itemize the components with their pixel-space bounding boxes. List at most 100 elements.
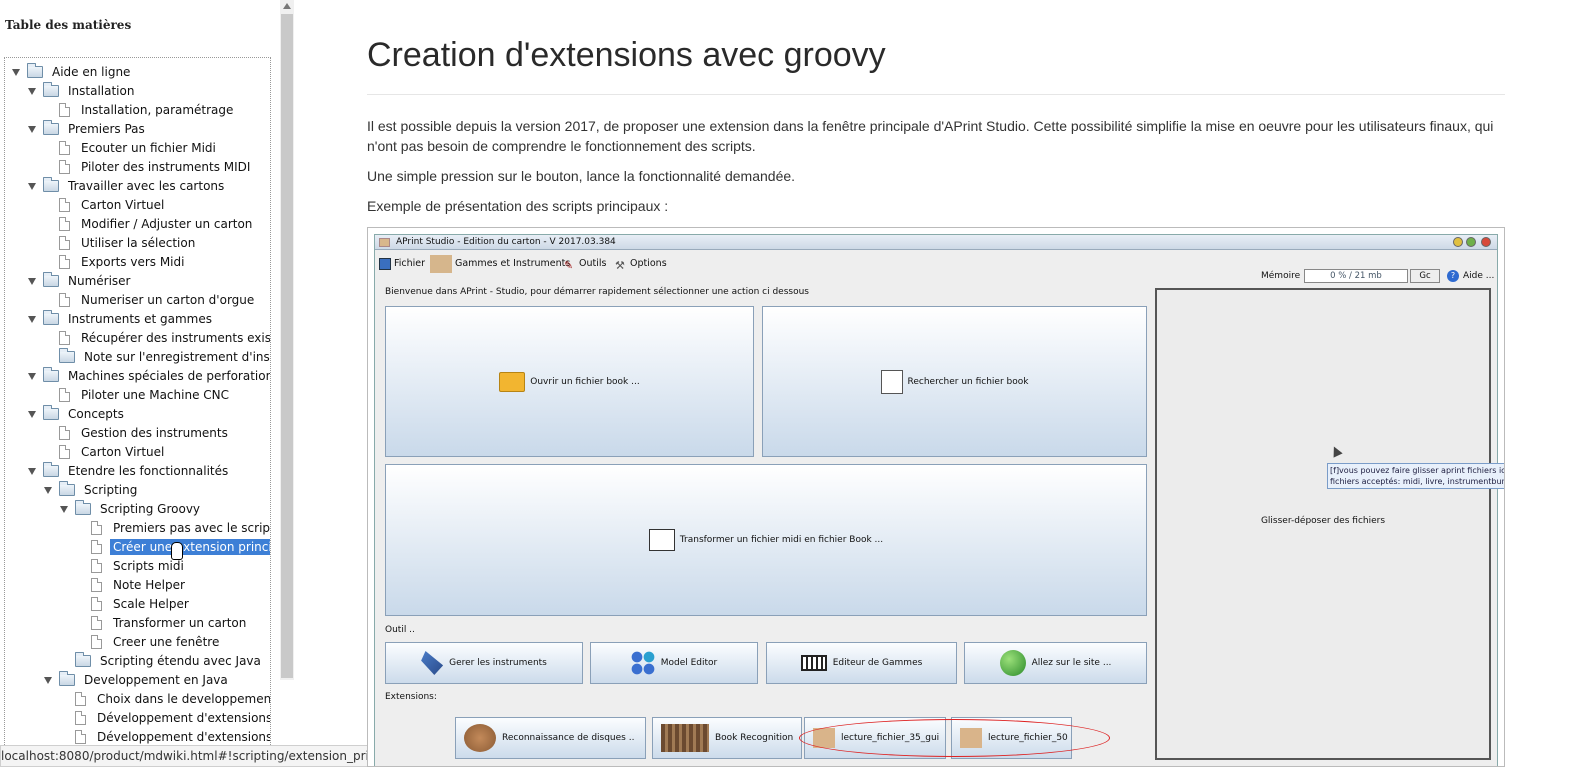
- close-icon[interactable]: [1481, 237, 1491, 247]
- expand-toggle-icon[interactable]: [11, 67, 21, 77]
- scale-editor-label: Editeur de Gammes: [832, 658, 923, 668]
- expand-toggle-icon: [59, 713, 69, 723]
- tree-page-item[interactable]: Utiliser la sélection: [43, 233, 198, 252]
- minimize-icon[interactable]: [1453, 237, 1463, 247]
- expand-toggle-icon: [43, 447, 53, 457]
- disc-recognition-button[interactable]: Reconnaissance de disques ..: [455, 717, 646, 759]
- book-recognition-button[interactable]: Book Recognition: [652, 717, 802, 759]
- document-icon: [59, 292, 70, 307]
- tree-page-item[interactable]: Numeriser un carton d'orgue: [43, 290, 257, 309]
- tree-page-item[interactable]: Ecouter un fichier Midi: [43, 138, 219, 157]
- tree-folder-item[interactable]: Installation: [27, 81, 137, 100]
- expand-toggle-icon[interactable]: [43, 352, 53, 362]
- tree-page-item[interactable]: Modifier / Adjuster un carton: [43, 214, 255, 233]
- scale-editor-button[interactable]: Editeur de Gammes: [766, 642, 957, 684]
- expand-toggle-icon[interactable]: [43, 675, 53, 685]
- tree-folder-item[interactable]: Scripting étendu avec Java: [59, 651, 264, 670]
- scrollbar-thumb[interactable]: [281, 14, 293, 678]
- menu-fichier[interactable]: Fichier: [379, 256, 425, 272]
- expand-toggle-icon[interactable]: [43, 485, 53, 495]
- folder-icon: [43, 309, 59, 325]
- tree-folder-item[interactable]: Note sur l'enregistrement d'instru: [43, 347, 270, 366]
- drop-tooltip-line1: [f]vous pouvez faire glisser aprint fich…: [1330, 466, 1505, 475]
- tree-folder-item[interactable]: Premiers Pas: [27, 119, 148, 138]
- tree-folder-item[interactable]: Scripting Groovy: [59, 499, 203, 518]
- tree-item-label: Carton Virtuel: [81, 197, 165, 212]
- tree-folder-item[interactable]: Scripting: [43, 480, 140, 499]
- tree-folder-item[interactable]: Machines spéciales de perforation: [27, 366, 270, 385]
- save-icon: [379, 258, 391, 270]
- search-book-button[interactable]: Rechercher un fichier book: [762, 306, 1147, 457]
- tree-page-item[interactable]: Carton Virtuel: [43, 195, 167, 214]
- expand-toggle-icon: [43, 428, 53, 438]
- gc-button[interactable]: Gc: [1410, 269, 1440, 283]
- tree-page-item[interactable]: Gestion des instruments: [43, 423, 231, 442]
- tree-page-item[interactable]: Choix dans le developpement: [59, 689, 270, 708]
- tree-item-label: Développement d'extensions: [97, 710, 271, 725]
- drop-zone[interactable]: [f]vous pouvez faire glisser aprint fich…: [1155, 288, 1504, 760]
- expand-toggle-icon[interactable]: [27, 276, 37, 286]
- tree-page-item[interactable]: Exports vers Midi: [43, 252, 187, 271]
- document-icon: [91, 520, 102, 535]
- expand-toggle-icon[interactable]: [27, 181, 37, 191]
- document-icon: [59, 425, 70, 440]
- tree-page-item[interactable]: Récupérer des instruments exista: [43, 328, 270, 347]
- tree-page-item[interactable]: Piloter des instruments MIDI: [43, 157, 253, 176]
- tree-page-item[interactable]: Premiers pas avec le script: [75, 518, 270, 537]
- tree-page-item[interactable]: Note Helper: [75, 575, 188, 594]
- expand-toggle-icon[interactable]: [27, 86, 37, 96]
- tree-page-item[interactable]: Installation, paramétrage: [43, 100, 236, 119]
- tree-page-item[interactable]: Développement d'extensions: [59, 708, 271, 727]
- tree-item-label: Aide en ligne: [52, 64, 131, 79]
- tree-page-item[interactable]: Scripts midi: [75, 556, 187, 575]
- menu-aide[interactable]: ? Aide ...: [1447, 270, 1494, 282]
- expand-toggle-icon[interactable]: [27, 409, 37, 419]
- tree-page-item[interactable]: Carton Virtuel: [43, 442, 167, 461]
- model-editor-icon: [630, 651, 655, 675]
- manage-instruments-button[interactable]: Gerer les instruments: [385, 642, 583, 684]
- document-icon: [91, 558, 102, 573]
- expand-toggle-icon[interactable]: [59, 504, 69, 514]
- scroll-up-arrow-icon[interactable]: [283, 3, 291, 9]
- model-editor-button[interactable]: Model Editor: [590, 642, 758, 684]
- expand-toggle-icon: [43, 295, 53, 305]
- aprint-window-title: APrint Studio - Edition du carton - V 20…: [396, 237, 616, 247]
- tree-folder-item[interactable]: Developpement en Java: [43, 670, 231, 689]
- aprint-screenshot: APrint Studio - Edition du carton - V 20…: [367, 227, 1505, 767]
- folder-icon: [43, 81, 59, 97]
- sidebar-scrollbar[interactable]: [280, 0, 294, 680]
- menu-gammes[interactable]: Gammes et Instruments: [430, 255, 570, 273]
- expand-toggle-icon[interactable]: [27, 124, 37, 134]
- website-button[interactable]: Allez sur le site ...: [964, 642, 1147, 684]
- open-book-button[interactable]: Ouvrir un fichier book ...: [385, 306, 754, 457]
- tree-page-item[interactable]: Transformer un carton: [75, 613, 249, 632]
- transform-midi-button[interactable]: Transformer un fichier midi en fichier B…: [385, 464, 1147, 616]
- tree-folder-item[interactable]: Instruments et gammes: [27, 309, 215, 328]
- tree-item-label: Modifier / Adjuster un carton: [81, 216, 253, 231]
- folder-icon: [43, 271, 59, 287]
- tree-item-label: Piloter une Machine CNC: [81, 387, 230, 402]
- menu-outils[interactable]: ✎ Outils: [564, 256, 606, 272]
- manage-instruments-label: Gerer les instruments: [449, 658, 547, 668]
- tree-folder-item[interactable]: Travailler avec les cartons: [27, 176, 227, 195]
- tree-folder-item[interactable]: Concepts: [27, 404, 127, 423]
- maximize-icon[interactable]: [1466, 237, 1476, 247]
- folder-icon: [75, 651, 91, 667]
- expand-toggle-icon[interactable]: [27, 371, 37, 381]
- expand-toggle-icon[interactable]: [59, 656, 69, 666]
- tree-item-label: Transformer un carton: [113, 615, 247, 630]
- expand-toggle-icon: [75, 599, 85, 609]
- tree-page-item[interactable]: Développement d'extensions é: [59, 727, 270, 746]
- expand-toggle-icon[interactable]: [27, 466, 37, 476]
- expand-toggle-icon[interactable]: [27, 314, 37, 324]
- tree-folder-item[interactable]: Numériser: [27, 271, 134, 290]
- tree-page-item[interactable]: Creer une fenêtre: [75, 632, 222, 651]
- tree-folder-item[interactable]: Aide en ligne: [11, 62, 133, 81]
- menu-options[interactable]: ⚒ Options: [615, 256, 667, 272]
- globe-icon: [999, 650, 1026, 676]
- document-icon: [91, 596, 102, 611]
- tree-page-item[interactable]: Piloter une Machine CNC: [43, 385, 232, 404]
- tree-folder-item[interactable]: Etendre les fonctionnalités: [27, 461, 231, 480]
- tree-item-label: Concepts: [68, 406, 124, 421]
- tree-page-item[interactable]: Scale Helper: [75, 594, 192, 613]
